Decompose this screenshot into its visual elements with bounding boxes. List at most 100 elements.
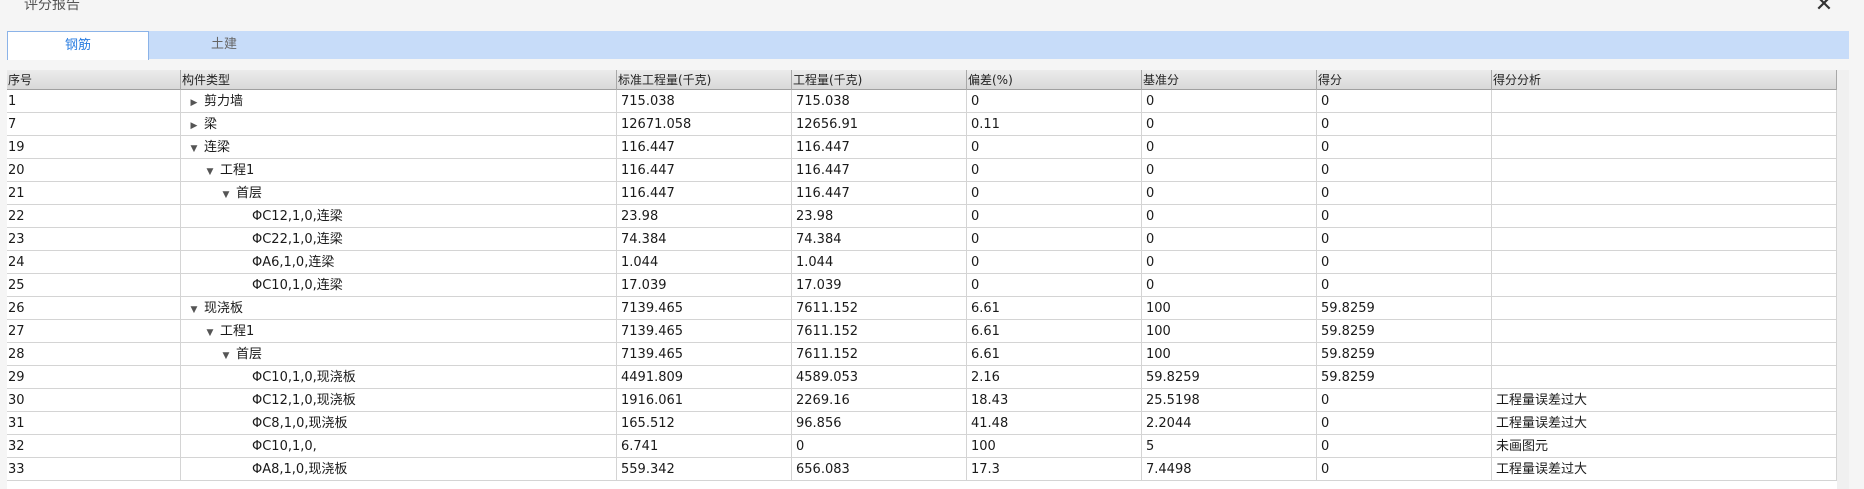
cell-base-score: 100 (1142, 320, 1317, 343)
cell-index: 19 (7, 136, 181, 159)
collapse-arrow-icon[interactable]: ▼ (188, 299, 200, 320)
cell-standard-qty: 23.98 (617, 205, 792, 228)
component-type-label: ΦC10,1,0, (252, 439, 317, 454)
col-header-qty[interactable]: 工程量(千克) (792, 70, 967, 90)
cell-analysis (1492, 251, 1837, 274)
table-row[interactable]: 27 ▼ 工程1 7139.465 7611.152 6.61 100 59.8259 (7, 320, 1837, 343)
cell-deviation: 41.48 (967, 412, 1142, 435)
cell-base-score: 0 (1142, 182, 1317, 205)
window-title: 评分报告 (24, 0, 80, 13)
table-row[interactable]: 32 ΦC10,1,0, 6.741 0 100 5 0 未画图元 (7, 435, 1837, 458)
cell-component-type: ▶ 梁 (181, 113, 617, 136)
table-row[interactable]: 21 ▼ 首层 116.447 116.447 0 0 0 (7, 182, 1837, 205)
cell-base-score: 0 (1142, 251, 1317, 274)
cell-component-type: ▼ 工程1 (181, 320, 617, 343)
component-type-label: ΦC10,1,0,现浇板 (252, 370, 356, 385)
tab-civil[interactable]: 土建 (149, 31, 299, 59)
cell-qty: 7611.152 (792, 320, 967, 343)
cell-deviation: 0 (967, 90, 1142, 113)
table-row[interactable]: 23 ΦC22,1,0,连梁 74.384 74.384 0 0 0 (7, 228, 1837, 251)
collapse-arrow-icon[interactable]: ▼ (204, 322, 216, 343)
collapse-arrow-icon[interactable]: ▼ (220, 345, 232, 366)
component-type-label: 首层 (236, 186, 263, 201)
collapse-arrow-icon[interactable]: ▼ (188, 138, 200, 159)
col-header-base-score[interactable]: 基准分 (1142, 70, 1317, 90)
component-type-label: 梁 (204, 117, 218, 132)
cell-component-type: ΦC10,1,0,连梁 (181, 274, 617, 297)
cell-index: 26 (7, 297, 181, 320)
cell-index: 7 (7, 113, 181, 136)
expand-arrow-icon[interactable]: ▶ (188, 92, 200, 113)
score-report-window: 评分报告 ✕ 钢筋 土建 序号 构件类型 标准工程量(千克) 工程量(千克) 偏… (0, 0, 1864, 489)
table-row[interactable]: 22 ΦC12,1,0,连梁 23.98 23.98 0 0 0 (7, 205, 1837, 228)
score-table: 序号 构件类型 标准工程量(千克) 工程量(千克) 偏差(%) 基准分 得分 得… (7, 70, 1837, 489)
cell-qty: 1.044 (792, 251, 967, 274)
cell-index: 33 (7, 458, 181, 481)
cell-qty: 656.083 (792, 458, 967, 481)
table-row[interactable]: 30 ΦC12,1,0,现浇板 1916.061 2269.16 18.43 25.519… (7, 389, 1837, 412)
component-type-label: ΦC22,1,0,连梁 (252, 232, 343, 247)
cell-qty: 74.384 (792, 228, 967, 251)
cell-deviation: 6.61 (967, 297, 1142, 320)
table-header: 序号 构件类型 标准工程量(千克) 工程量(千克) 偏差(%) 基准分 得分 得… (7, 70, 1837, 90)
table-row[interactable]: 25 ΦC10,1,0,连梁 17.039 17.039 0 0 0 (7, 274, 1837, 297)
cell-component-type: ▼ 工程1 (181, 159, 617, 182)
cell-analysis (1492, 182, 1837, 205)
vertical-scrollbar[interactable] (1837, 70, 1849, 489)
cell-score: 0 (1317, 159, 1492, 182)
cell-deviation: 6.61 (967, 320, 1142, 343)
component-type-label: 首层 (236, 347, 263, 362)
table-row[interactable]: 33 ΦA8,1,0,现浇板 559.342 656.083 17.3 7.4498 0 工程… (7, 458, 1837, 481)
cell-score: 0 (1317, 113, 1492, 136)
cell-standard-qty: 7139.465 (617, 343, 792, 366)
cell-qty: 23.98 (792, 205, 967, 228)
cell-base-score: 5 (1142, 435, 1317, 458)
cell-standard-qty: 116.447 (617, 136, 792, 159)
cell-standard-qty: 1916.061 (617, 389, 792, 412)
cell-component-type: ▼ 首层 (181, 343, 617, 366)
cell-standard-qty: 7139.465 (617, 297, 792, 320)
cell-component-type: ▼ 现浇板 (181, 297, 617, 320)
cell-qty: 17.039 (792, 274, 967, 297)
cell-base-score: 100 (1142, 297, 1317, 320)
col-header-score[interactable]: 得分 (1317, 70, 1492, 90)
table-row[interactable]: 24 ΦA6,1,0,连梁 1.044 1.044 0 0 0 (7, 251, 1837, 274)
expand-arrow-icon[interactable]: ▶ (188, 115, 200, 136)
table-row[interactable]: 20 ▼ 工程1 116.447 116.447 0 0 0 (7, 159, 1837, 182)
cell-standard-qty: 116.447 (617, 182, 792, 205)
cell-base-score: 0 (1142, 228, 1317, 251)
collapse-arrow-icon[interactable]: ▼ (220, 184, 232, 205)
cell-index: 32 (7, 435, 181, 458)
cell-qty: 715.038 (792, 90, 967, 113)
table-row[interactable]: 26 ▼ 现浇板 7139.465 7611.152 6.61 100 59.8259 (7, 297, 1837, 320)
tab-rebar[interactable]: 钢筋 (7, 31, 149, 60)
cell-base-score: 59.8259 (1142, 366, 1317, 389)
cell-deviation: 0 (967, 251, 1142, 274)
cell-deviation: 0.11 (967, 113, 1142, 136)
close-icon[interactable]: ✕ (1812, 0, 1836, 18)
cell-index: 27 (7, 320, 181, 343)
component-type-label: 工程1 (220, 163, 255, 178)
table-row[interactable]: 28 ▼ 首层 7139.465 7611.152 6.61 100 59.8259 (7, 343, 1837, 366)
cell-base-score: 7.4498 (1142, 458, 1317, 481)
cell-deviation: 17.3 (967, 458, 1142, 481)
cell-base-score: 0 (1142, 113, 1317, 136)
cell-base-score: 0 (1142, 136, 1317, 159)
col-header-deviation[interactable]: 偏差(%) (967, 70, 1142, 90)
cell-score: 0 (1317, 458, 1492, 481)
col-header-standard-qty[interactable]: 标准工程量(千克) (617, 70, 792, 90)
cell-index: 25 (7, 274, 181, 297)
col-header-analysis[interactable]: 得分分析 (1492, 70, 1837, 90)
table-row[interactable]: 7 ▶ 梁 12671.058 12656.91 0.11 0 0 (7, 113, 1837, 136)
col-header-component-type[interactable]: 构件类型 (181, 70, 617, 90)
collapse-arrow-icon[interactable]: ▼ (204, 161, 216, 182)
table-row[interactable]: 19 ▼ 连梁 116.447 116.447 0 0 0 (7, 136, 1837, 159)
cell-analysis: 未画图元 (1492, 435, 1837, 458)
table-row[interactable]: 1 ▶ 剪力墙 715.038 715.038 0 0 0 (7, 90, 1837, 113)
table-row[interactable]: 31 ΦC8,1,0,现浇板 165.512 96.856 41.48 2.2044 0 工程… (7, 412, 1837, 435)
table-row[interactable]: 29 ΦC10,1,0,现浇板 4491.809 4589.053 2.16 59.825… (7, 366, 1837, 389)
cell-index: 24 (7, 251, 181, 274)
cell-score: 0 (1317, 251, 1492, 274)
cell-analysis (1492, 274, 1837, 297)
col-header-index[interactable]: 序号 (7, 70, 181, 90)
